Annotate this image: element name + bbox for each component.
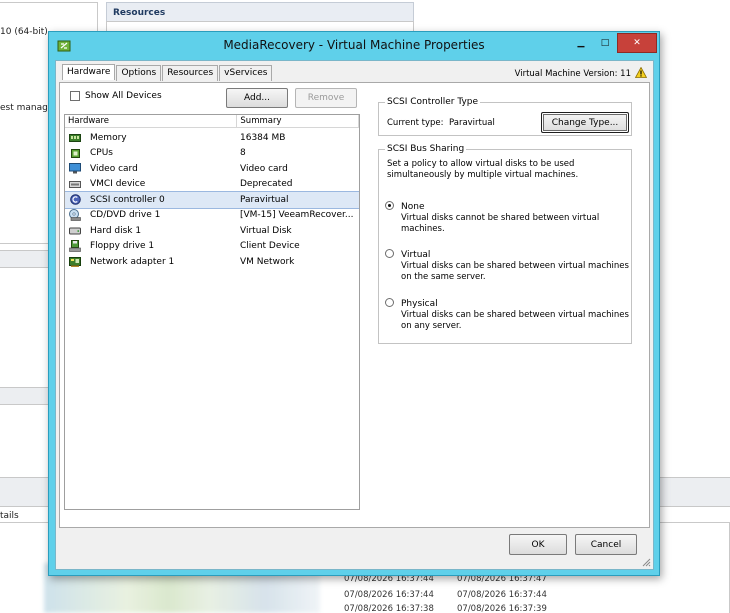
radio-physical-desc: on any server. [401, 321, 462, 331]
dialog-titlebar[interactable]: MediaRecovery - Virtual Machine Properti… [49, 32, 659, 60]
vm-properties-dialog: MediaRecovery - Virtual Machine Properti… [48, 31, 660, 576]
tab-options[interactable]: Options [116, 65, 162, 81]
event-row: 07/08/2026 16:37:44 07/08/2026 16:37:44 [344, 590, 547, 600]
background-section-bar [0, 387, 50, 405]
show-all-devices-label: Show All Devices [85, 91, 162, 101]
event-start-time: 07/08/2026 16:37:44 [344, 590, 434, 600]
remove-device-button[interactable]: Remove [295, 88, 357, 108]
hardware-summary: Client Device [240, 241, 300, 252]
add-device-button[interactable]: Add... [226, 88, 288, 108]
hardware-name: Floppy drive 1 [90, 241, 155, 252]
dialog-tabs: Hardware Options Resources vServices [62, 64, 273, 81]
show-all-devices-checkbox[interactable]: Show All Devices [70, 91, 162, 101]
hardware-name: SCSI controller 0 [90, 194, 165, 205]
radio-none[interactable] [385, 201, 394, 210]
cpu-icon [69, 148, 81, 159]
floppy-icon [69, 240, 81, 253]
hardware-name: Memory [90, 132, 127, 143]
hardware-row-hard-disk[interactable]: Hard disk 1 Virtual Disk [65, 223, 359, 239]
column-header-hardware[interactable]: Hardware [65, 115, 238, 127]
scsi-bus-sharing-title: SCSI Bus Sharing [385, 144, 467, 154]
radio-physical[interactable] [385, 298, 394, 307]
device-icon [69, 179, 81, 190]
hard-disk-icon [69, 225, 81, 236]
network-adapter-icon [69, 256, 81, 267]
hardware-tab-page: Show All Devices Add... Remove Hardware … [59, 82, 650, 528]
hardware-summary: Paravirtual [240, 194, 289, 205]
hardware-row-video-card[interactable]: Video card Video card [65, 161, 359, 177]
radio-none-desc: Virtual disks cannot be shared between v… [401, 213, 600, 223]
hardware-name: Hard disk 1 [90, 225, 142, 236]
background-os-fragment: 10 (64-bit) [0, 27, 48, 37]
maximize-icon[interactable]: □ [593, 33, 617, 53]
dialog-title: MediaRecovery - Virtual Machine Properti… [223, 38, 485, 52]
change-type-button[interactable]: Change Type... [541, 112, 629, 133]
resize-grip-icon[interactable] [641, 557, 651, 567]
radio-virtual-desc: Virtual disks can be shared between virt… [401, 261, 629, 271]
hardware-name: VMCI device [90, 179, 146, 190]
ok-button[interactable]: OK [509, 534, 567, 555]
current-type-label: Current type: [387, 118, 444, 128]
event-start-time: 07/08/2026 16:37:38 [344, 604, 434, 613]
scsi-controller-type-title: SCSI Controller Type [385, 97, 481, 107]
bus-sharing-intro: Set a policy to allow virtual disks to b… [387, 159, 575, 169]
hardware-list-header: Hardware Summary [65, 115, 359, 128]
hardware-name: Video card [90, 163, 138, 174]
radio-virtual[interactable] [385, 249, 394, 258]
background-guest-fragment: est manage [0, 103, 54, 113]
event-row: 07/08/2026 16:37:38 07/08/2026 16:37:39 [344, 604, 547, 613]
radio-none-desc: machines. [401, 224, 445, 234]
hardware-summary: 8 [240, 148, 246, 159]
cd-dvd-icon [69, 209, 81, 222]
radio-virtual-label[interactable]: Virtual [401, 250, 430, 260]
tab-vservices[interactable]: vServices [219, 65, 273, 81]
hardware-summary: Video card [240, 163, 288, 174]
hardware-row-memory[interactable]: Memory 16384 MB [65, 130, 359, 146]
background-section-bar [0, 250, 50, 268]
tab-resources[interactable]: Resources [162, 65, 219, 81]
hardware-summary: [VM-15] VeeamRecover... [240, 210, 354, 221]
event-end-time: 07/08/2026 16:37:39 [457, 604, 547, 613]
background-resources-header: Resources [106, 2, 414, 22]
vm-version-label: Virtual Machine Version: 11 [514, 69, 631, 79]
background-details-tab: tails [0, 511, 19, 521]
event-end-time: 07/08/2026 16:37:44 [457, 590, 547, 600]
bus-sharing-intro: simultaneously by multiple virtual machi… [387, 170, 579, 180]
hardware-row-floppy-drive[interactable]: Floppy drive 1 Client Device [65, 239, 359, 255]
vm-version-info: Virtual Machine Version: 11 [514, 66, 648, 81]
scsi-controller-type-group: SCSI Controller Type Current type: Parav… [378, 97, 632, 136]
dialog-client-area: Hardware Options Resources vServices Vir… [55, 60, 654, 570]
hardware-summary: VM Network [240, 256, 295, 267]
hardware-row-vmci-device[interactable]: VMCI device Deprecated [65, 177, 359, 193]
column-header-summary[interactable]: Summary [237, 115, 359, 127]
hardware-name: CD/DVD drive 1 [90, 210, 161, 221]
current-type-value: Paravirtual [449, 118, 495, 128]
warning-icon[interactable] [634, 66, 648, 81]
hardware-name: CPUs [90, 148, 113, 159]
checkbox-box[interactable] [70, 91, 80, 101]
hardware-row-cd-dvd-drive[interactable]: CD/DVD drive 1 [VM-15] VeeamRecover... [65, 208, 359, 224]
hardware-name: Network adapter 1 [90, 256, 175, 267]
hardware-summary: 16384 MB [240, 132, 286, 143]
radio-none-label[interactable]: None [401, 202, 424, 212]
hardware-summary: Deprecated [240, 179, 293, 190]
scsi-icon [69, 194, 81, 206]
scsi-bus-sharing-group: SCSI Bus Sharing Set a policy to allow v… [378, 144, 632, 344]
background-details-panel [0, 404, 50, 480]
hardware-row-network-adapter[interactable]: Network adapter 1 VM Network [65, 254, 359, 270]
monitor-icon [69, 163, 81, 174]
hardware-summary: Virtual Disk [240, 225, 292, 236]
tab-hardware[interactable]: Hardware [62, 64, 116, 80]
radio-physical-label[interactable]: Physical [401, 299, 438, 309]
memory-icon [69, 132, 81, 143]
hardware-row-cpus[interactable]: CPUs 8 [65, 146, 359, 162]
radio-physical-desc: Virtual disks can be shared between virt… [401, 310, 629, 320]
hardware-list: Hardware Summary Memory 16384 MB CPUs 8 … [64, 114, 360, 510]
close-icon[interactable]: ✕ [617, 33, 657, 53]
cancel-button[interactable]: Cancel [575, 534, 637, 555]
radio-virtual-desc: on the same server. [401, 272, 486, 282]
hardware-row-scsi-controller[interactable]: SCSI controller 0 Paravirtual [65, 191, 359, 209]
minimize-icon[interactable]: ▁ [569, 33, 593, 53]
